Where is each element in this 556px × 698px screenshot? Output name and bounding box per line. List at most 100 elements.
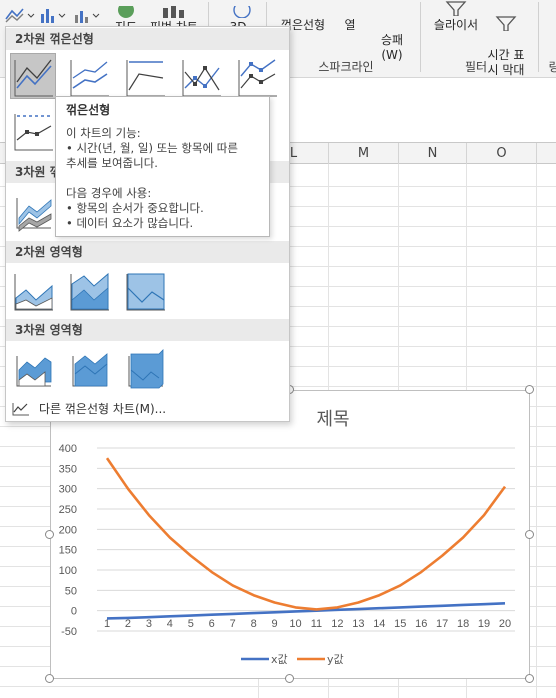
line-chart-option[interactable] bbox=[10, 53, 56, 99]
column-header-p[interactable] bbox=[536, 143, 556, 164]
tooltip-line: 다음 경우에 사용: bbox=[66, 186, 152, 200]
map-icon bbox=[118, 6, 134, 18]
line-chart-icon bbox=[14, 59, 53, 97]
stacked-line-icon bbox=[70, 60, 109, 97]
3d-area-chart-option[interactable] bbox=[10, 345, 56, 391]
x-tick-label: 16 bbox=[415, 618, 427, 630]
chart-resize-handle[interactable] bbox=[45, 530, 54, 539]
x-tick-label: 4 bbox=[167, 618, 173, 630]
x-tick-label: 7 bbox=[230, 618, 236, 630]
slicer-button[interactable]: 슬라이서 bbox=[428, 0, 484, 33]
more-line-charts-option[interactable]: 다른 꺾은선형 차트(M)... bbox=[6, 397, 289, 421]
more-charts-label: 다른 꺾은선형 차트(M)... bbox=[39, 402, 167, 416]
percent-stacked-markers-icon bbox=[14, 114, 53, 151]
chart-plot-area[interactable]: -500501001502002503003504001 2 3 4 5 6 7 8 9 10 11… bbox=[51, 391, 531, 680]
stacked-markers-icon bbox=[238, 59, 277, 97]
tooltip-line: 이 차트의 기능: bbox=[66, 126, 141, 140]
timeline-icon bbox=[495, 16, 517, 31]
x-tick-label: 6 bbox=[209, 618, 215, 630]
more-charts-icon bbox=[12, 403, 29, 416]
line-with-markers-icon bbox=[182, 60, 221, 97]
x-tick-label: 11 bbox=[311, 618, 322, 630]
chart-resize-handle[interactable] bbox=[525, 530, 534, 539]
sparkline-column-button[interactable]: 열 bbox=[338, 18, 362, 33]
3d-area-icon bbox=[16, 356, 52, 387]
line-chart-insert-icon[interactable] bbox=[4, 5, 36, 27]
x-tick-label: 20 bbox=[499, 618, 511, 630]
column-header-n[interactable]: N bbox=[398, 143, 466, 164]
x-tick-label: 3 bbox=[146, 618, 152, 630]
sparkline-group-label: 스파크라인 bbox=[318, 60, 374, 74]
3d-100-stacked-area-chart-option[interactable] bbox=[122, 345, 168, 391]
3d-line-chart-option[interactable] bbox=[10, 187, 56, 233]
legend-label: y값 bbox=[327, 653, 344, 666]
3d-stacked-area-icon bbox=[72, 353, 108, 387]
line-with-markers-option[interactable] bbox=[178, 53, 224, 99]
x-tick-label: 9 bbox=[272, 618, 278, 630]
sparkline-winloss-button[interactable]: 승패 (W) bbox=[372, 18, 412, 63]
y-tick-label: 200 bbox=[59, 524, 77, 536]
100-stacked-line-with-markers-option[interactable] bbox=[10, 107, 56, 153]
x-tick-label: 19 bbox=[478, 618, 490, 630]
edge-group-label: 링 bbox=[548, 60, 556, 74]
tooltip-title: 꺾은선형 bbox=[66, 103, 111, 117]
chart-resize-handle[interactable] bbox=[285, 674, 294, 683]
area-chart-option[interactable] bbox=[10, 267, 56, 313]
y-tick-label: 150 bbox=[59, 545, 77, 557]
tooltip-line: 추세를 보여줍니다. bbox=[66, 156, 158, 170]
x-tick-label: 5 bbox=[188, 618, 194, 630]
100-stacked-line-chart-option[interactable] bbox=[122, 53, 168, 99]
y-tick-label: 100 bbox=[59, 565, 77, 577]
chart-type-tooltip: 꺾은선형 이 차트의 기능: • 시간(년, 월, 일) 또는 항목에 따른 추… bbox=[55, 96, 270, 237]
x-tick-label: 14 bbox=[373, 618, 385, 630]
chart-resize-handle[interactable] bbox=[525, 385, 534, 394]
y-tick-label: 50 bbox=[65, 585, 77, 597]
stacked-area-icon bbox=[70, 272, 109, 311]
column-header-m[interactable]: M bbox=[328, 143, 398, 164]
3d-line-icon bbox=[16, 198, 52, 232]
column-header-o[interactable]: O bbox=[466, 143, 536, 164]
section-area2d: 2차원 영역형 bbox=[6, 241, 289, 263]
3d-stacked-area-chart-option[interactable] bbox=[66, 345, 112, 391]
x-tick-label: 8 bbox=[251, 618, 257, 630]
x-tick-label: 12 bbox=[331, 618, 343, 630]
y-tick-label: 300 bbox=[59, 484, 77, 496]
grid-row-line bbox=[0, 686, 556, 687]
3d-percent-stacked-area-icon bbox=[128, 349, 164, 389]
grid-col-line bbox=[536, 164, 537, 698]
slicer-label: 슬라이서 bbox=[433, 18, 479, 32]
x-tick-label: 2 bbox=[125, 618, 131, 630]
100-stacked-area-chart-option[interactable] bbox=[122, 267, 168, 313]
chart-resize-handle[interactable] bbox=[525, 674, 534, 683]
slicer-icon bbox=[445, 1, 467, 16]
x-tick-label: 13 bbox=[352, 618, 364, 630]
section-area3d: 3차원 영역형 bbox=[6, 319, 289, 341]
tooltip-line: • 데이터 요소가 많습니다. bbox=[66, 216, 194, 230]
tooltip-line: • 시간(년, 월, 일) 또는 항목에 따른 bbox=[66, 141, 238, 155]
percent-stacked-area-icon bbox=[126, 273, 165, 311]
tooltip-line: • 항목의 순서가 중요합니다. bbox=[66, 201, 204, 215]
pivot-chart-icon bbox=[163, 6, 184, 18]
area-chart-icon bbox=[14, 274, 53, 311]
chart[interactable]: 제목 -50 0 50 100 150 200 250 300 350 400 1 2 3 4 5 6 7 8 9 1… bbox=[50, 390, 530, 679]
y-tick-label: 400 bbox=[59, 443, 77, 455]
series-line bbox=[105, 457, 507, 611]
y-tick-label: -50 bbox=[61, 626, 77, 638]
x-tick-label: 15 bbox=[394, 618, 406, 630]
globe-icon bbox=[233, 6, 251, 18]
combo-chart-insert-icon[interactable] bbox=[72, 5, 102, 27]
y-tick-label: 350 bbox=[59, 463, 77, 475]
x-tick-label: 10 bbox=[289, 618, 301, 630]
ribbon-separator bbox=[538, 2, 539, 72]
stacked-area-chart-option[interactable] bbox=[66, 267, 112, 313]
y-tick-label: 250 bbox=[59, 504, 77, 516]
stacked-line-with-markers-option[interactable] bbox=[234, 53, 280, 99]
bar-chart-insert-icon[interactable] bbox=[38, 5, 68, 27]
x-tick-label: 1 bbox=[104, 618, 110, 630]
stacked-line-chart-option[interactable] bbox=[66, 53, 112, 99]
y-tick-label: 0 bbox=[71, 606, 77, 618]
legend-label: x값 bbox=[271, 653, 288, 666]
chart-resize-handle[interactable] bbox=[45, 674, 54, 683]
x-tick-label: 18 bbox=[457, 618, 469, 630]
percent-stacked-line-icon bbox=[126, 60, 165, 97]
